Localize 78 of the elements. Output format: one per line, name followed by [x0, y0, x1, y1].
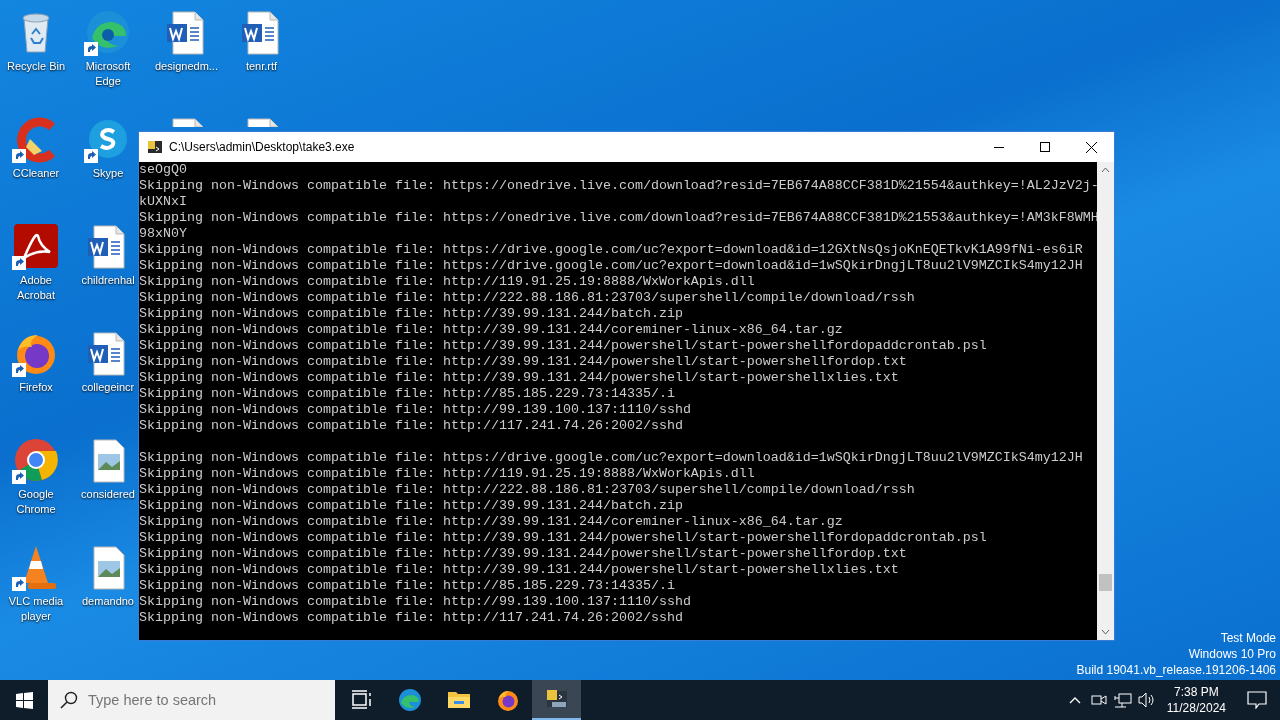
word-document-icon[interactable]: [88, 332, 125, 376]
console-line: Skipping non-Windows compatible file: http://117.241.74.26:2002/sshd: [139, 610, 684, 626]
word-document-icon[interactable]: [241, 11, 278, 55]
console-line: Skipping non-Windows compatible file: http://39.99.131.244/powershell/start-powershellfordopaddcrontab.psl: [139, 338, 988, 354]
console-line: Skipping non-Windows compatible file: http://39.99.131.244/batch.zip: [139, 498, 684, 514]
icon-label[interactable]: demandno: [82, 594, 134, 609]
ccleaner-icon[interactable]: [17, 117, 55, 163]
console-line: Skipping non-Windows compatible file: https://onedrive.live.com/download?resid=7EB674A88CCF381D%21554&authkey=!AL2JzV2j-: [139, 178, 1097, 194]
icon-label[interactable]: Microsoft Edge: [72, 59, 144, 89]
icon-label[interactable]: considered: [81, 487, 135, 502]
system-notice-text: Build 19041.vb_release.191206-1406: [1076, 662, 1276, 678]
window-title: C:\Users\admin\Desktop\take3.exe: [169, 139, 355, 156]
console-line: Skipping non-Windows compatible file: https://onedrive.live.com/download?resid=7EB674A88CCF381D%21553&authkey=!AM3kF8WMH: [139, 210, 1097, 226]
scroll-thumb[interactable]: [1099, 574, 1112, 591]
console-line: Skipping non-Windows compatible file: http://119.91.25.19:8888/WxWorkApis.dll: [139, 466, 756, 482]
console-line: Skipping non-Windows compatible file: http://39.99.131.244/powershell/start-powershellfordop.txt: [139, 354, 908, 370]
console-line: Skipping non-Windows compatible file: http://39.99.131.244/coreminer-linux-x86_64.tar.gz: [139, 514, 844, 530]
chevron-up-icon: [1068, 696, 1081, 704]
icon-label[interactable]: Skype: [92, 166, 124, 181]
console-line: Skipping non-Windows compatible file: http://85.185.229.73:14335/.i: [139, 578, 676, 594]
scroll-down-icon[interactable]: [1101, 629, 1110, 635]
search-icon: [60, 691, 78, 709]
scroll-up-icon[interactable]: [1101, 167, 1110, 173]
video-camera-icon: [1090, 693, 1107, 707]
console-line: Skipping non-Windows compatible file: http://222.88.186.81:23703/supershell/compile/download/rssh: [139, 482, 916, 498]
console-line: Skipping non-Windows compatible file: http://39.99.131.244/powershell/start-powershellfordop.txt: [139, 546, 908, 562]
chrome-icon[interactable]: [15, 439, 58, 481]
clock-button[interactable]: 7:38 PM 11/28/2024: [1158, 684, 1234, 716]
image-file-icon[interactable]: [93, 546, 125, 590]
console-line: Skipping non-Windows compatible file: http://39.99.131.244/powershell/start-powershellfordopaddcrontab.psl: [139, 530, 988, 546]
system-notice-text: Windows 10 Pro: [1188, 646, 1276, 662]
acrobat-icon[interactable]: [14, 224, 58, 268]
icon-label[interactable]: Adobe Acrobat: [0, 273, 72, 303]
icon-label[interactable]: VLC media player: [0, 594, 72, 624]
icon-label[interactable]: childrenhal: [81, 273, 135, 288]
console-line: Skipping non-Windows compatible file: http://39.99.131.244/powershell/start-powershellxlies.txt: [139, 370, 900, 386]
console-line: Skipping non-Windows compatible file: http://39.99.131.244/powershell/start-powershellxlies.txt: [139, 562, 900, 578]
firefox-icon[interactable]: [17, 335, 55, 374]
console-line: Skipping non-Windows compatible file: http://99.139.100.137:1110/sshd: [139, 402, 692, 418]
icon-label[interactable]: collegeincr: [81, 380, 135, 395]
recycle-bin-icon[interactable]: [22, 13, 50, 53]
image-file-icon[interactable]: [93, 439, 125, 483]
console-line: Skipping non-Windows compatible file: https://drive.google.com/uc?export=download&id=1wSQkirDngjLT8uu2lV9MZCIkS4my12JH: [139, 258, 1084, 274]
firefox-icon: [495, 688, 520, 712]
console-line: Skipping non-Windows compatible file: https://drive.google.com/uc?export=download&id=12GXtNsQsjoKnEQETkvK1A99fNi-es6iR: [139, 242, 1084, 258]
icon-label[interactable]: Recycle Bin: [6, 59, 66, 74]
console-line: Skipping non-Windows compatible file: http://85.185.229.73:14335/.i: [139, 386, 676, 402]
skype-icon[interactable]: [89, 120, 127, 158]
icon-label[interactable]: Firefox: [19, 380, 53, 395]
speech-bubble-icon: [1247, 691, 1267, 709]
word-document-icon[interactable]: [88, 225, 125, 269]
console-line: seOgQ0: [139, 162, 188, 178]
icon-label[interactable]: designedm...: [155, 59, 218, 74]
console-line: Skipping non-Windows compatible file: http://117.241.74.26:2002/sshd: [139, 418, 684, 434]
traffic-cone-icon[interactable]: [24, 546, 56, 589]
taskbar-app-button[interactable]: [532, 680, 581, 720]
icon-label[interactable]: Google Chrome: [0, 487, 72, 517]
word-document-icon[interactable]: [166, 11, 203, 55]
console-line: Skipping non-Windows compatible file: http://39.99.131.244/coreminer-linux-x86_64.tar.gz: [139, 322, 844, 338]
icon-label[interactable]: CCleaner: [12, 166, 60, 181]
speaker-icon: [1137, 692, 1156, 708]
console-line: Skipping non-Windows compatible file: http://119.91.25.19:8888/WxWorkApis.dll: [139, 274, 756, 290]
console-line: kUXNxI: [139, 194, 188, 210]
edge-browser-icon: [397, 688, 422, 712]
console-line: Skipping non-Windows compatible file: http://39.99.131.244/batch.zip: [139, 306, 684, 322]
console-app-icon: [147, 139, 163, 155]
edge-browser-icon[interactable]: [87, 11, 129, 53]
close-icon: [1085, 141, 1097, 153]
windows-logo-icon: [15, 691, 33, 709]
maximize-icon: [1040, 142, 1050, 152]
console-line: Skipping non-Windows compatible file: http://222.88.186.81:23703/supershell/compile/download/rssh: [139, 290, 916, 306]
icon-label[interactable]: tenr.rtf: [245, 59, 278, 74]
console-line: Skipping non-Windows compatible file: https://drive.google.com/uc?export=download&id=1wSQkirDngjLT8uu2lV9MZCIkS4my12JH: [139, 450, 1084, 466]
console-line: Skipping non-Windows compatible file: http://99.139.100.137:1110/sshd: [139, 594, 692, 610]
system-notice-text: Test Mode: [1220, 630, 1276, 646]
network-icon: [1113, 692, 1132, 708]
search-field[interactable]: Type here to search: [48, 680, 335, 720]
console-line: 98xN0Y: [139, 226, 188, 242]
